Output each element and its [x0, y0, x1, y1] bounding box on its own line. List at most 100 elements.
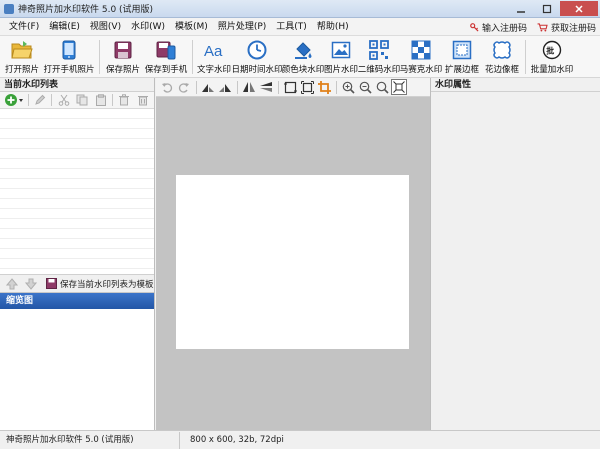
undo-icon — [162, 83, 173, 93]
svg-text:Aa: Aa — [204, 43, 223, 59]
menu-tools[interactable]: 工具(T) — [271, 18, 312, 36]
minimize-button[interactable] — [508, 1, 534, 16]
toolbar-divider — [99, 40, 100, 74]
photo-canvas[interactable] — [156, 97, 430, 430]
copy-button[interactable] — [75, 93, 90, 107]
rotate-left-button[interactable] — [200, 79, 216, 95]
watermark-list-title: 当前水印列表 — [0, 78, 154, 92]
save-photo-button[interactable]: 保存照片 — [103, 36, 143, 78]
save-to-phone-icon — [155, 39, 177, 61]
maximize-button[interactable] — [534, 1, 560, 16]
menu-watermark[interactable]: 水印(W) — [126, 18, 170, 36]
minimize-icon — [517, 10, 525, 13]
rotate-right-button[interactable] — [217, 79, 233, 95]
qrcode-watermark-button[interactable]: 二维码水印 — [358, 36, 400, 78]
clear-all-button[interactable] — [135, 93, 150, 107]
color-block-watermark-button[interactable]: 颜色块水印 — [282, 36, 324, 78]
watermark-properties-panel: 水印属性 — [430, 78, 600, 430]
expand-border-button[interactable]: 扩展边框 — [442, 36, 482, 78]
menu-view[interactable]: 视图(V) — [85, 18, 126, 36]
move-up-button[interactable] — [4, 277, 19, 291]
menu-edit[interactable]: 编辑(E) — [44, 18, 85, 36]
image-watermark-button[interactable]: 图片水印 — [324, 36, 358, 78]
move-down-button[interactable] — [23, 277, 38, 291]
zoom-out-icon — [359, 81, 372, 94]
undo-button[interactable] — [159, 79, 175, 95]
redo-button[interactable] — [176, 79, 192, 95]
arrow-down-icon — [24, 278, 37, 290]
phone-icon — [58, 39, 80, 61]
zoom-in-icon — [342, 81, 355, 94]
delete-button[interactable] — [117, 93, 132, 107]
zoom-out-button[interactable] — [357, 79, 373, 95]
paste-button[interactable] — [93, 93, 108, 107]
lace-frame-icon — [491, 39, 513, 61]
scissors-icon — [58, 94, 70, 106]
text-watermark-button[interactable]: Aa 文字水印 — [196, 36, 232, 78]
canvas-toolbar-divider — [196, 80, 197, 94]
flip-vertical-button[interactable] — [258, 79, 274, 95]
save-to-phone-label: 保存到手机 — [144, 65, 188, 75]
flip-horizontal-icon — [243, 82, 255, 92]
fit-window-icon — [300, 80, 314, 94]
window-controls — [508, 1, 598, 16]
close-button[interactable] — [560, 1, 598, 16]
folder-open-icon — [11, 39, 33, 61]
open-phone-photo-button[interactable]: 打开手机照片 — [42, 36, 96, 78]
canvas-toolbar — [156, 78, 430, 97]
register-label: 输入注册码 — [481, 23, 527, 34]
menu-template[interactable]: 模板(M) — [170, 18, 213, 36]
menu-help[interactable]: 帮助(H) — [312, 18, 354, 36]
save-to-phone-button[interactable]: 保存到手机 — [143, 36, 189, 78]
menu-bar: 文件(F) 编辑(E) 视图(V) 水印(W) 模板(M) 照片处理(P) 工具… — [0, 18, 600, 36]
key-icon — [470, 22, 479, 32]
rotate-right-icon — [219, 84, 231, 92]
edit-watermark-button[interactable] — [33, 93, 48, 107]
toolbar-divider — [525, 40, 526, 74]
qrcode-watermark-label: 二维码水印 — [357, 65, 401, 75]
add-icon — [5, 94, 23, 106]
copy-icon — [76, 94, 88, 106]
add-watermark-button[interactable] — [4, 93, 24, 107]
menu-file[interactable]: 文件(F) — [4, 18, 44, 36]
trash-all-icon — [137, 96, 148, 106]
thumbnail-view — [0, 309, 154, 430]
save-template-label: 保存当前水印列表为模板 — [60, 279, 154, 290]
watermark-list[interactable] — [0, 109, 154, 275]
datetime-watermark-button[interactable]: 日期时间水印 — [232, 36, 283, 78]
canvas-toolbar-divider — [278, 80, 279, 94]
paste-icon — [95, 94, 106, 106]
batch-watermark-button[interactable]: 批 批量加水印 — [529, 36, 575, 78]
title-bar: 神奇照片加水印软件 5.0 (试用版) — [0, 0, 600, 18]
open-photo-button[interactable]: 打开照片 — [2, 36, 42, 78]
open-photo-label: 打开照片 — [4, 65, 39, 75]
flip-horizontal-button[interactable] — [241, 79, 257, 95]
fit-window-button[interactable] — [299, 79, 315, 95]
lace-frame-button[interactable]: 花边像框 — [482, 36, 522, 78]
cut-button[interactable] — [56, 93, 71, 107]
image-icon — [330, 39, 352, 61]
save-as-template-button[interactable]: 保存当前水印列表为模板 — [46, 278, 154, 290]
save-photo-label: 保存照片 — [105, 65, 140, 75]
actual-size-button[interactable] — [391, 79, 407, 95]
zoom-in-button[interactable] — [340, 79, 356, 95]
actual-size-icon — [393, 81, 405, 93]
watermark-properties-title: 水印属性 — [431, 78, 600, 92]
batch-watermark-label: 批量加水印 — [530, 65, 574, 75]
paint-bucket-icon — [292, 39, 314, 61]
arrow-up-icon — [5, 277, 18, 289]
redo-icon — [178, 83, 189, 93]
text-aa-icon: Aa — [203, 39, 225, 61]
toolbar-divider — [192, 40, 193, 74]
expand-border-label: 扩展边框 — [444, 65, 479, 75]
menu-photo-process[interactable]: 照片处理(P) — [213, 18, 271, 36]
photo-image[interactable] — [176, 175, 409, 349]
get-register-code-link[interactable]: 获取注册码 — [537, 21, 596, 34]
enter-register-code-link[interactable]: 输入注册码 — [470, 21, 527, 34]
mosaic-watermark-button[interactable]: 马赛克水印 — [400, 36, 442, 78]
fit-width-button[interactable] — [282, 79, 298, 95]
trash-icon — [119, 94, 130, 106]
list-toolbar-divider — [28, 94, 29, 106]
zoom-fit-button[interactable] — [374, 79, 390, 95]
crop-button[interactable] — [316, 79, 332, 95]
